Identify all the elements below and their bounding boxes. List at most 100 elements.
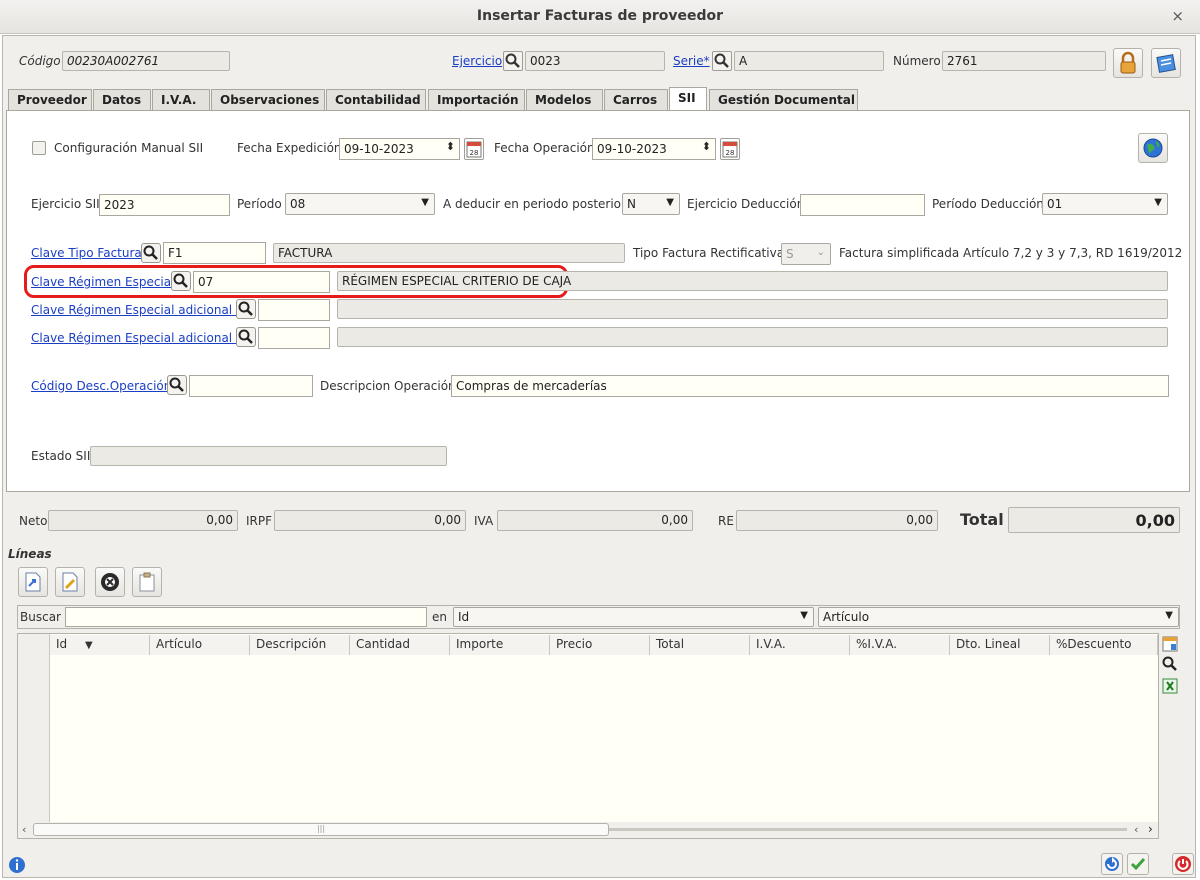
excel-icon: [1162, 678, 1178, 694]
tipo-rectificativa-value: S: [786, 247, 794, 261]
periodo-select[interactable]: 08 ▼: [285, 193, 435, 215]
total-field: 0,00: [1008, 507, 1180, 533]
irpf-label: IRPF: [246, 514, 273, 528]
ejercicio-deduccion-field[interactable]: [800, 194, 925, 216]
fecha-expedicion-value: 09-10-2023: [344, 142, 414, 156]
spinner-icon[interactable]: ⬍: [446, 140, 455, 153]
buscar-input[interactable]: [65, 607, 427, 627]
clave-regimen-ad2-field[interactable]: [258, 327, 330, 349]
deducir-select[interactable]: N ▼: [622, 193, 680, 215]
config-manual-label: Configuración Manual SII: [54, 141, 204, 155]
config-manual-checkbox[interactable]: [32, 141, 46, 155]
fecha-expedicion-label: Fecha Expedición: [237, 141, 342, 155]
column-header-dto-lineal[interactable]: Dto. Lineal: [950, 635, 1050, 655]
lines-grid[interactable]: [17, 633, 1159, 839]
column-header-precio[interactable]: Precio: [550, 635, 650, 655]
scroll-left-icon[interactable]: ‹: [22, 823, 26, 836]
ejercicio-search-button[interactable]: [503, 51, 523, 71]
codigo-field: 00230A002761: [62, 51, 230, 71]
column-header-iva[interactable]: I.V.A.: [750, 635, 850, 655]
tab-gestion-documental[interactable]: Gestión Documental: [709, 89, 858, 110]
clipboard-icon: [139, 572, 155, 592]
serie-search-button[interactable]: [712, 51, 732, 71]
export-excel-button[interactable]: [1161, 677, 1179, 695]
edit-line-button[interactable]: [55, 567, 85, 597]
tab-proveedor[interactable]: Proveedor: [8, 89, 92, 110]
notes-button[interactable]: [1151, 48, 1181, 78]
codigo-desc-field[interactable]: [189, 375, 313, 397]
chevron-down-icon: ▼: [800, 610, 808, 621]
clave-tipo-factura-link[interactable]: Clave Tipo Factura: [31, 246, 142, 260]
tab-iva[interactable]: I.V.A.: [152, 89, 210, 110]
tab-observaciones[interactable]: Observaciones: [211, 89, 325, 110]
fecha-operacion-calendar-button[interactable]: 28: [720, 138, 740, 160]
edit-document-icon: [62, 572, 78, 592]
tipo-rectificativa-select[interactable]: S ⌄: [781, 243, 831, 265]
tab-contabilidad[interactable]: Contabilidad: [326, 89, 426, 110]
campo-select[interactable]: Id ▼: [453, 607, 814, 627]
codigo-desc-link[interactable]: Código Desc.Operación: [31, 379, 171, 393]
fecha-expedicion-calendar-button[interactable]: 28: [464, 138, 484, 160]
column-header-total[interactable]: Total: [650, 635, 750, 655]
scroll-left-end-icon[interactable]: ‹: [1134, 823, 1138, 836]
insert-line-button[interactable]: [18, 567, 48, 597]
fecha-operacion-field[interactable]: 09-10-2023 ⬍: [592, 138, 716, 160]
column-header-id[interactable]: Id ▼: [50, 635, 150, 655]
ejercicio-link[interactable]: Ejercicio: [452, 54, 502, 68]
descripcion-op-label: Descripcion Operación: [320, 379, 456, 393]
tab-carros[interactable]: Carros: [604, 89, 668, 110]
delete-icon: [101, 573, 119, 591]
search-icon: [173, 273, 188, 288]
clipboard-button[interactable]: [132, 567, 162, 597]
delete-line-button[interactable]: [95, 567, 125, 597]
chevron-down-icon: ▼: [666, 197, 674, 208]
clave-tipo-factura-search-button[interactable]: [141, 243, 161, 263]
tipo-select[interactable]: Artículo ▼: [818, 607, 1179, 627]
column-header-porcentaje-iva[interactable]: %I.V.A.: [850, 635, 950, 655]
info-button[interactable]: [8, 856, 26, 874]
column-config-button[interactable]: [1161, 635, 1179, 653]
accept-button[interactable]: [1127, 853, 1149, 875]
periodo-deduccion-select[interactable]: 01 ▼: [1042, 193, 1168, 215]
window-titlebar: Insertar Facturas de proveedor ×: [0, 0, 1200, 34]
clave-regimen-ad2-search-button[interactable]: [236, 327, 256, 347]
search-icon: [1162, 656, 1177, 671]
tab-datos[interactable]: Datos: [93, 89, 151, 110]
close-icon[interactable]: ×: [1171, 7, 1184, 25]
clave-regimen-ad2-link[interactable]: Clave Régimen Especial adicional 2: [31, 331, 244, 345]
column-header-articulo[interactable]: Artículo: [150, 635, 250, 655]
column-header-descuento[interactable]: %Descuento: [1050, 635, 1158, 655]
clave-regimen-desc: RÉGIMEN ESPECIAL CRITERIO DE CAJA: [337, 271, 1168, 291]
serie-link[interactable]: Serie*: [673, 54, 710, 68]
spinner-icon[interactable]: ⬍: [702, 140, 711, 153]
lock-button[interactable]: [1113, 48, 1143, 78]
power-off-icon: [1175, 856, 1191, 872]
clave-regimen-ad1-search-button[interactable]: [236, 299, 256, 319]
descripcion-op-field[interactable]: Compras de mercaderías: [451, 375, 1169, 397]
refresh-button[interactable]: [1101, 853, 1123, 875]
clave-regimen-search-button[interactable]: [171, 271, 191, 291]
scroll-right-icon[interactable]: ›: [1148, 822, 1153, 836]
fecha-expedicion-field[interactable]: 09-10-2023 ⬍: [339, 138, 460, 160]
column-header-descripcion[interactable]: Descripción: [250, 635, 350, 655]
calendar-icon: 28: [722, 141, 738, 158]
codigo-desc-search-button[interactable]: [167, 375, 187, 395]
codigo-label: Código: [19, 54, 61, 68]
column-header-cantidad[interactable]: Cantidad: [350, 635, 450, 655]
clave-regimen-ad1-field[interactable]: [258, 299, 330, 321]
clave-tipo-factura-desc: FACTURA: [273, 243, 625, 263]
tab-sii[interactable]: SII: [669, 87, 707, 111]
ejercicio-sii-field[interactable]: 2023: [99, 194, 230, 216]
grid-search-button[interactable]: [1161, 655, 1179, 673]
scroll-thumb[interactable]: |||: [33, 823, 609, 836]
chevron-down-icon: ⌄: [816, 247, 825, 258]
tab-modelos[interactable]: Modelos: [526, 89, 603, 110]
globe-button[interactable]: [1138, 133, 1168, 163]
column-header-importe[interactable]: Importe: [450, 635, 550, 655]
tab-importacion[interactable]: Importación: [428, 89, 525, 110]
clave-regimen-field[interactable]: 07: [193, 271, 330, 293]
clave-tipo-factura-field[interactable]: F1: [163, 242, 266, 264]
clave-regimen-link[interactable]: Clave Régimen Especial: [31, 275, 174, 289]
clave-regimen-ad1-link[interactable]: Clave Régimen Especial adicional 1: [31, 303, 244, 317]
cancel-button[interactable]: [1172, 853, 1194, 875]
